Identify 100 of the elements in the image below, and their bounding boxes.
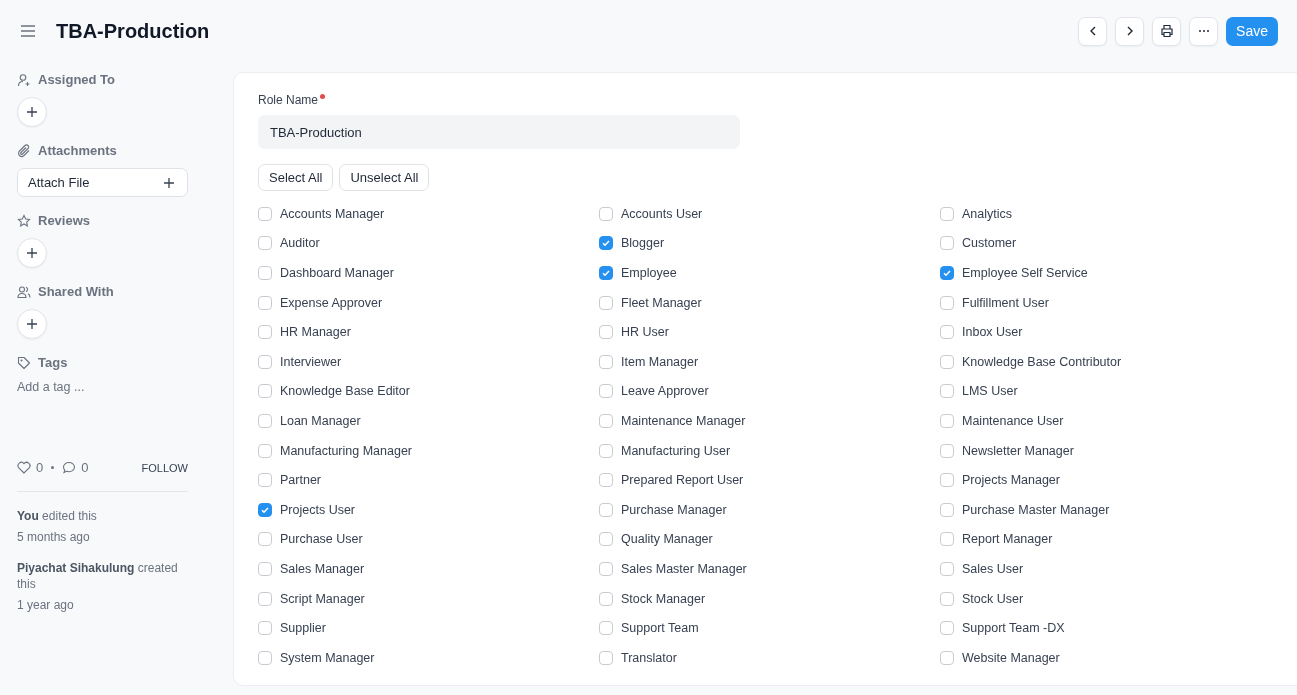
attach-file-button[interactable]: Attach File bbox=[17, 168, 188, 197]
checkbox[interactable] bbox=[940, 354, 954, 369]
users-icon bbox=[17, 284, 31, 299]
checkbox[interactable] bbox=[599, 621, 613, 636]
role-label: Item Manager bbox=[621, 354, 699, 369]
field-label: Role Name bbox=[258, 93, 319, 107]
like-count: 0 bbox=[36, 460, 44, 475]
checkbox[interactable] bbox=[940, 384, 954, 399]
role-label: Analytics bbox=[962, 206, 1013, 221]
role-label: Leave Approver bbox=[621, 384, 709, 399]
role-label: Projects Manager bbox=[962, 473, 1060, 488]
section-label: Tags bbox=[38, 355, 68, 370]
role-label: Expense Approver bbox=[280, 295, 383, 310]
checkbox[interactable] bbox=[599, 236, 613, 251]
more-button[interactable] bbox=[1189, 16, 1219, 46]
checkbox[interactable] bbox=[599, 650, 613, 665]
role-label: Purchase Master Manager bbox=[962, 502, 1110, 517]
checkbox[interactable] bbox=[599, 325, 613, 340]
checkbox[interactable] bbox=[258, 325, 272, 340]
page-title: TBA-Production bbox=[56, 19, 210, 43]
checkbox[interactable] bbox=[258, 206, 272, 221]
checkbox[interactable] bbox=[258, 561, 272, 576]
checkbox[interactable] bbox=[599, 473, 613, 488]
checkbox[interactable] bbox=[258, 354, 272, 369]
checkbox[interactable] bbox=[940, 413, 954, 428]
checkbox[interactable] bbox=[940, 443, 954, 458]
role-name-field[interactable]: TBA-Production bbox=[258, 115, 740, 149]
role-label: Stock User bbox=[962, 591, 1024, 606]
checkbox[interactable] bbox=[599, 561, 613, 576]
checkbox[interactable] bbox=[599, 206, 613, 221]
checkbox[interactable] bbox=[599, 443, 613, 458]
checkbox[interactable] bbox=[940, 561, 954, 576]
checkbox[interactable] bbox=[599, 591, 613, 606]
role-label: HR User bbox=[621, 325, 669, 340]
comment-icon[interactable] bbox=[62, 461, 77, 474]
role-label: Fleet Manager bbox=[621, 295, 702, 310]
role-label: Newsletter Manager bbox=[962, 443, 1074, 458]
checkbox[interactable] bbox=[599, 266, 613, 280]
checkbox[interactable] bbox=[599, 532, 613, 547]
role-label: Script Manager bbox=[280, 591, 365, 606]
section-label: Shared With bbox=[38, 284, 114, 299]
checkbox[interactable] bbox=[258, 591, 272, 606]
checkbox[interactable] bbox=[599, 502, 613, 517]
checkbox[interactable] bbox=[940, 621, 954, 636]
checkbox[interactable] bbox=[258, 236, 272, 251]
checkbox[interactable] bbox=[940, 650, 954, 665]
role-label: Manufacturing Manager bbox=[280, 443, 413, 458]
checkbox[interactable] bbox=[258, 650, 272, 665]
role-label: Employee bbox=[621, 266, 677, 280]
role-label: Employee Self Service bbox=[962, 266, 1088, 280]
checkbox[interactable] bbox=[940, 532, 954, 547]
role-label: Manufacturing User bbox=[621, 443, 731, 458]
checkmark-icon bbox=[601, 268, 611, 278]
role-label: Knowledge Base Editor bbox=[280, 384, 410, 399]
checkbox[interactable] bbox=[940, 266, 954, 280]
unselect-all-button[interactable]: Unselect All bbox=[339, 164, 430, 191]
checkbox[interactable] bbox=[258, 295, 272, 310]
checkbox[interactable] bbox=[940, 591, 954, 606]
checkbox[interactable] bbox=[258, 621, 272, 636]
checkbox[interactable] bbox=[940, 236, 954, 251]
follow-link[interactable]: FOLLOW bbox=[141, 461, 188, 474]
select-all-button[interactable]: Select All bbox=[258, 164, 334, 191]
checkbox[interactable] bbox=[258, 473, 272, 488]
plus-icon bbox=[26, 318, 38, 330]
checkbox[interactable] bbox=[599, 384, 613, 399]
role-label: Website Manager bbox=[962, 650, 1060, 665]
user-plus-icon bbox=[17, 72, 31, 87]
checkmark-icon bbox=[942, 268, 952, 278]
checkbox[interactable] bbox=[258, 532, 272, 547]
role-label: Purchase Manager bbox=[621, 502, 727, 517]
checkbox[interactable] bbox=[258, 413, 272, 428]
plus-icon bbox=[26, 106, 38, 118]
checkbox[interactable] bbox=[599, 295, 613, 310]
share-button[interactable] bbox=[17, 309, 47, 339]
checkbox[interactable] bbox=[258, 266, 272, 280]
add-assignee-button[interactable] bbox=[17, 97, 47, 127]
checkbox[interactable] bbox=[940, 473, 954, 488]
heart-icon[interactable] bbox=[17, 461, 31, 474]
checkbox[interactable] bbox=[258, 384, 272, 399]
checkbox[interactable] bbox=[258, 502, 272, 517]
print-button[interactable] bbox=[1152, 16, 1182, 46]
checkbox[interactable] bbox=[258, 443, 272, 458]
next-button[interactable] bbox=[1115, 16, 1145, 46]
menu-icon[interactable] bbox=[20, 25, 36, 37]
role-label: Inbox User bbox=[962, 325, 1023, 340]
add-tag-link[interactable]: Add a tag ... bbox=[17, 380, 188, 394]
plus-icon bbox=[163, 176, 175, 189]
role-label: Loan Manager bbox=[280, 413, 361, 428]
activity-time: 5 months ago bbox=[17, 528, 91, 546]
role-label: Support Team bbox=[621, 621, 699, 636]
role-label: Stock Manager bbox=[621, 591, 706, 606]
checkbox[interactable] bbox=[599, 354, 613, 369]
add-review-button[interactable] bbox=[17, 238, 47, 268]
role-label: Translator bbox=[621, 650, 677, 665]
checkbox[interactable] bbox=[599, 413, 613, 428]
previous-button[interactable] bbox=[1078, 16, 1108, 46]
checkbox[interactable] bbox=[940, 502, 954, 517]
checkbox[interactable] bbox=[940, 325, 954, 340]
checkbox[interactable] bbox=[940, 295, 954, 310]
checkbox[interactable] bbox=[940, 206, 954, 221]
